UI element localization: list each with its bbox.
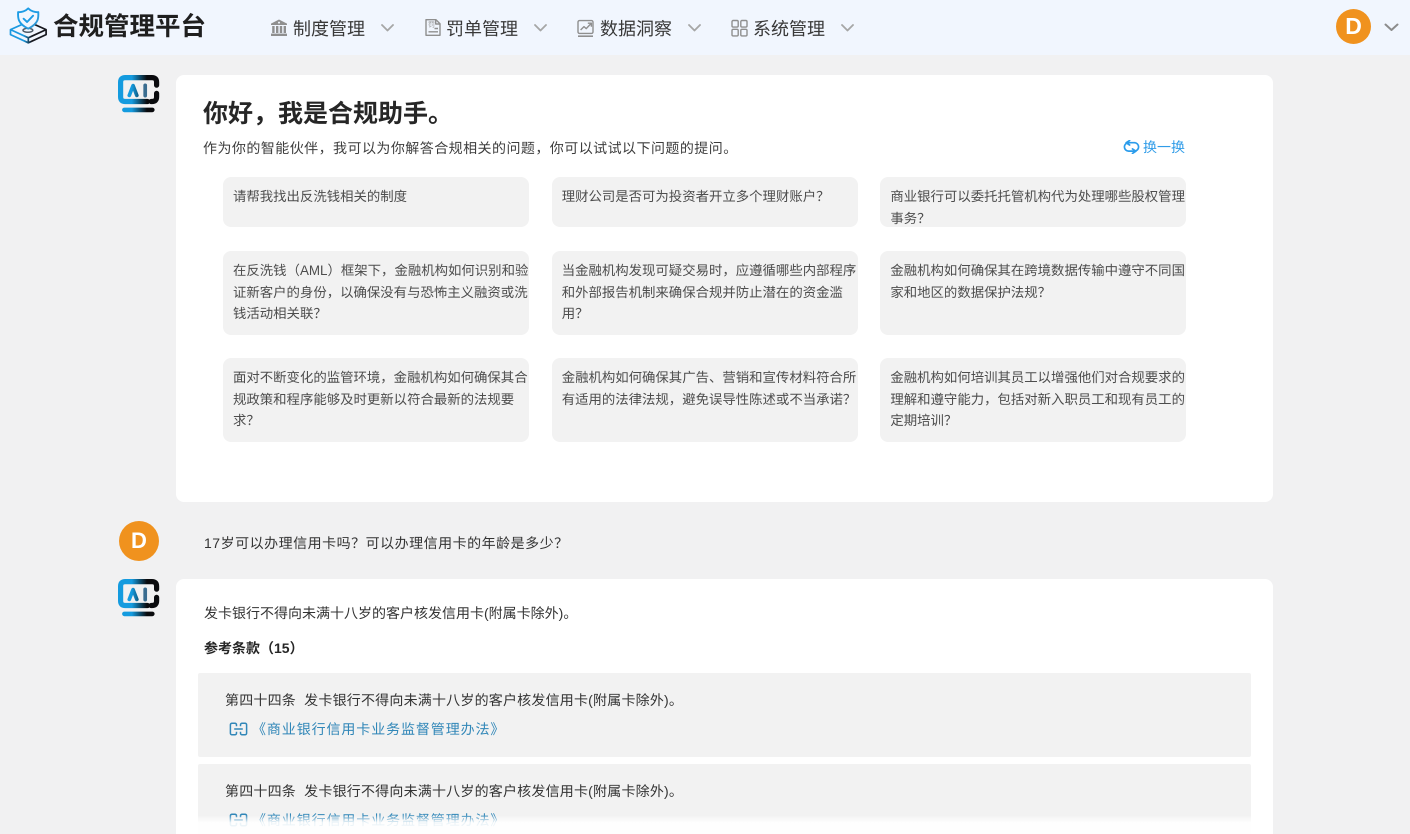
svg-text:罚: 罚 [428,20,435,30]
